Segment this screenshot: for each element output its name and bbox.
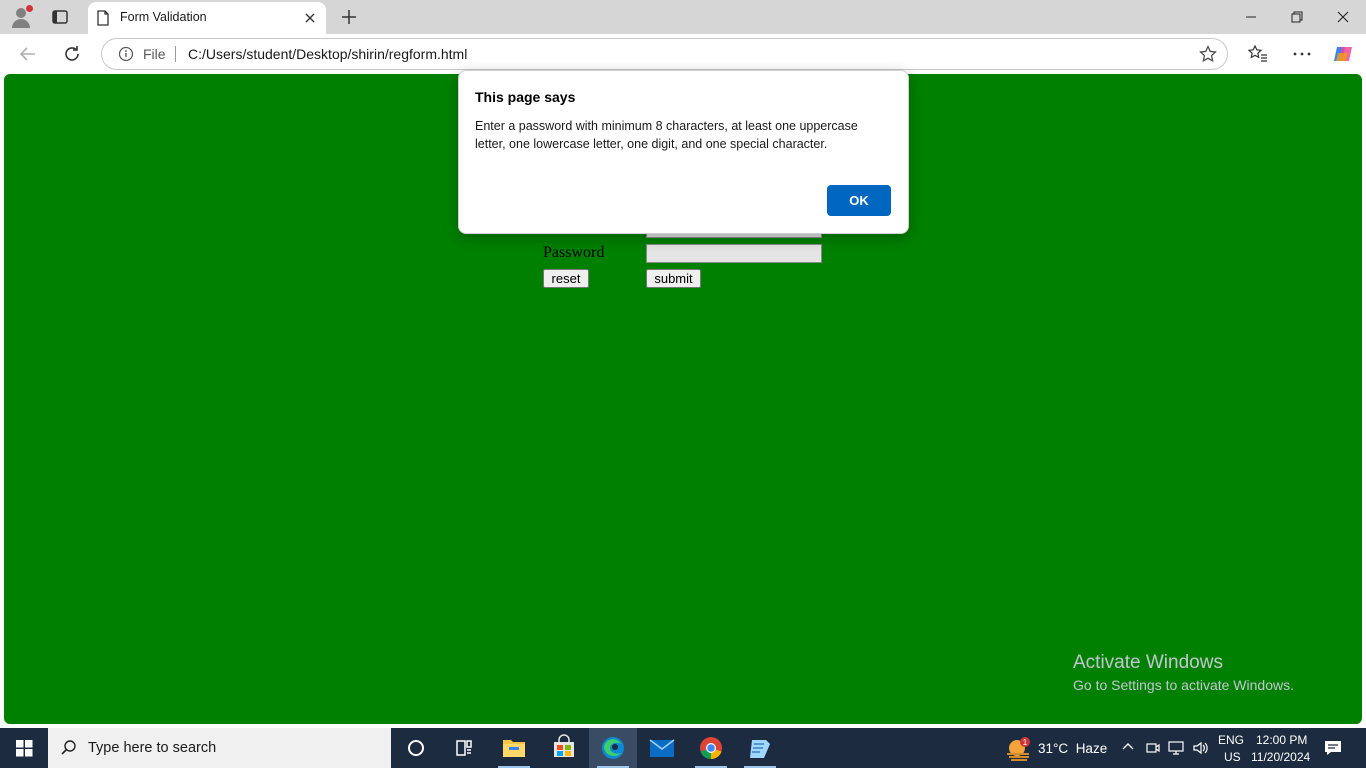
tab-form-validation[interactable]: Form Validation	[88, 2, 326, 34]
meet-now-icon[interactable]	[1145, 740, 1161, 759]
minimize-button[interactable]	[1228, 0, 1274, 34]
address-separator	[175, 46, 176, 62]
weather-haze-icon[interactable]: 1	[1004, 736, 1034, 765]
activation-watermark-title: Activate Windows	[1073, 652, 1223, 673]
profile-avatar-icon[interactable]	[10, 5, 33, 28]
microsoft-store-icon[interactable]	[540, 728, 588, 768]
ok-button[interactable]: OK	[827, 185, 891, 216]
mail-icon[interactable]	[638, 728, 686, 768]
notepad-icon[interactable]	[736, 728, 784, 768]
clock-time[interactable]: 12:00 PM	[1256, 733, 1307, 747]
new-tab-icon[interactable]	[338, 6, 360, 28]
notification-center-icon[interactable]	[1323, 738, 1343, 761]
network-icon[interactable]	[1167, 740, 1185, 759]
weather-text[interactable]: 31°C Haze	[1038, 741, 1107, 756]
tab-title: Form Validation	[120, 10, 207, 24]
close-window-button[interactable]	[1320, 0, 1366, 34]
clock-date[interactable]: 11/20/2024	[1251, 750, 1310, 764]
dialog-message: Enter a password with minimum 8 characte…	[475, 119, 858, 151]
input-region[interactable]: US	[1224, 750, 1241, 764]
volume-icon[interactable]	[1192, 740, 1210, 759]
chrome-icon[interactable]	[687, 728, 735, 768]
restore-button[interactable]	[1274, 0, 1320, 34]
dialog-title: This page says	[475, 89, 576, 105]
search-icon	[60, 739, 78, 760]
tab-strip: Form Validation	[0, 0, 1366, 34]
show-hidden-icons-chevron-icon[interactable]	[1121, 740, 1135, 757]
url-text[interactable]: C:/Users/student/Desktop/shirin/regform.…	[188, 46, 467, 62]
submit-button[interactable]: submit	[646, 269, 701, 288]
password-input[interactable]	[646, 244, 822, 263]
search-placeholder: Type here to search	[88, 740, 217, 756]
weather-condition: Haze	[1075, 741, 1108, 756]
tab-actions-icon[interactable]	[50, 7, 70, 27]
close-tab-icon[interactable]	[300, 8, 320, 28]
browser-toolbar: File C:/Users/student/Desktop/shirin/reg…	[0, 34, 1366, 74]
copilot-icon[interactable]	[1332, 43, 1354, 65]
favorites-icon[interactable]	[1247, 43, 1269, 65]
alert-dialog: This page says Enter a password with min…	[458, 70, 909, 234]
password-label: Password	[543, 244, 605, 261]
taskbar-search-box[interactable]: Type here to search	[48, 728, 391, 768]
back-arrow-icon[interactable]	[16, 42, 40, 66]
more-options-icon[interactable]	[1291, 43, 1313, 65]
page-icon	[96, 10, 110, 29]
address-bar[interactable]: File C:/Users/student/Desktop/shirin/reg…	[101, 38, 1228, 70]
weather-temperature: 31°C	[1038, 741, 1069, 756]
taskbar: Type here to search 1 31°C Haze ENG US 1…	[0, 728, 1366, 768]
reset-button[interactable]: reset	[543, 269, 589, 288]
svg-text:1: 1	[1023, 738, 1028, 747]
scheme-label: File	[143, 46, 166, 62]
file-explorer-icon[interactable]	[490, 728, 538, 768]
activation-watermark-subtitle: Go to Settings to activate Windows.	[1073, 677, 1294, 693]
input-language[interactable]: ENG	[1218, 733, 1244, 747]
cortana-icon[interactable]	[392, 728, 440, 768]
windows-start-icon[interactable]	[0, 728, 48, 768]
refresh-icon[interactable]	[60, 42, 84, 66]
site-info-icon[interactable]	[118, 46, 134, 65]
task-view-icon[interactable]	[440, 728, 488, 768]
edge-icon[interactable]	[589, 728, 637, 768]
favorite-star-icon[interactable]	[1199, 45, 1217, 66]
